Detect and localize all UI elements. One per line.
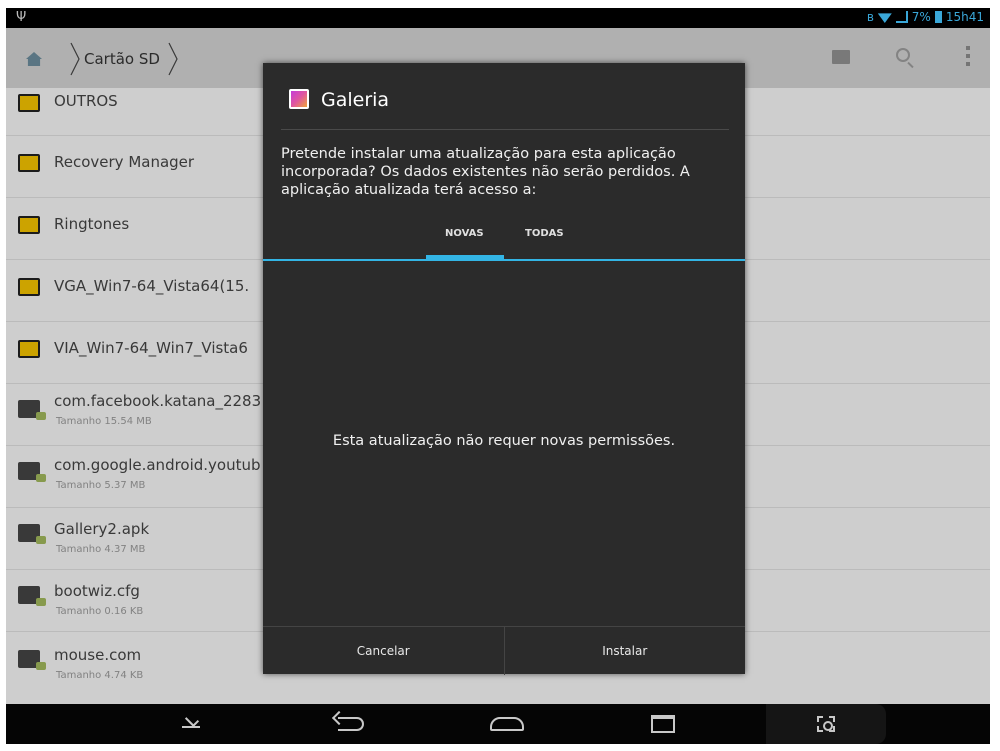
tab-all[interactable]: TODAS bbox=[525, 228, 564, 239]
back-button[interactable] bbox=[326, 704, 376, 744]
battery-icon bbox=[934, 11, 942, 23]
status-bar: Ψ ʙ 7% 15h41 bbox=[6, 8, 990, 28]
clock: 15h41 bbox=[945, 10, 984, 24]
recent-apps-button[interactable] bbox=[638, 704, 688, 744]
battery-percent: 7% bbox=[911, 10, 931, 24]
usb-icon: Ψ bbox=[16, 10, 27, 25]
status-indicators: ʙ 7% 15h41 bbox=[867, 10, 984, 24]
navigation-bar bbox=[6, 704, 990, 744]
screenshot-button[interactable] bbox=[766, 704, 886, 744]
no-permissions-message: Esta atualização não requer novas permis… bbox=[332, 433, 676, 449]
gallery-app-icon bbox=[289, 89, 309, 109]
home-icon bbox=[490, 717, 524, 731]
signal-icon bbox=[895, 11, 908, 23]
divider bbox=[281, 129, 729, 130]
tab-new[interactable]: NOVAS bbox=[445, 228, 484, 239]
dialog-button-bar: Cancelar Instalar bbox=[263, 626, 746, 675]
recent-apps-icon bbox=[651, 715, 675, 733]
cancel-button[interactable]: Cancelar bbox=[263, 627, 504, 675]
hide-keyboard-icon bbox=[182, 720, 200, 728]
hide-keyboard-button[interactable] bbox=[166, 704, 216, 744]
permission-tabs: NOVAS TODAS bbox=[263, 218, 745, 260]
home-button[interactable] bbox=[482, 704, 532, 744]
install-update-dialog: Galeria Pretende instalar uma atualizaçã… bbox=[263, 63, 746, 675]
screenshot-icon bbox=[817, 716, 835, 732]
wifi-icon bbox=[877, 13, 892, 23]
tab-underline bbox=[263, 259, 745, 261]
bluetooth-icon: ʙ bbox=[866, 10, 874, 24]
dialog-header: Galeria bbox=[263, 63, 745, 125]
dialog-message: Pretende instalar uma atualização para e… bbox=[281, 146, 690, 198]
install-button[interactable]: Instalar bbox=[503, 627, 746, 675]
dialog-title: Galeria bbox=[321, 89, 390, 111]
back-icon bbox=[338, 717, 364, 731]
